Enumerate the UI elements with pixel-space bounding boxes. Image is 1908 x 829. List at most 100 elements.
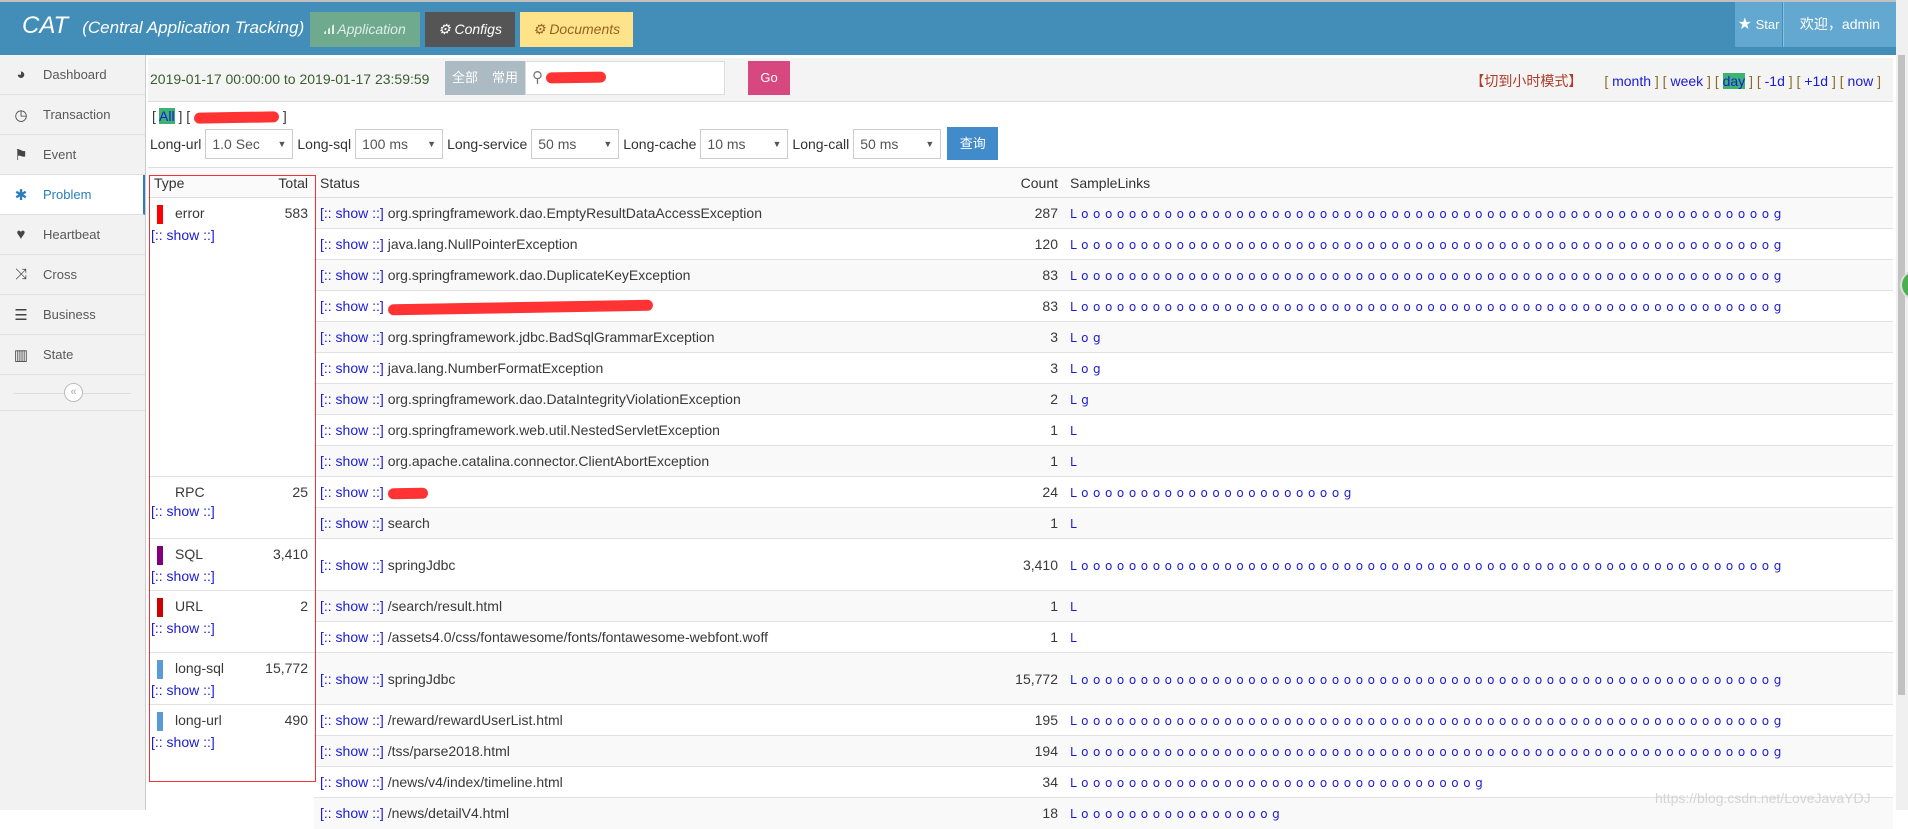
tachometer-icon: ◕ (16, 66, 26, 83)
star-button[interactable]: ★ Star (1735, 2, 1782, 47)
col-type: Type (148, 167, 248, 198)
samplelinks-cell: L (1064, 507, 1893, 539)
long-call-select[interactable]: 50 ms ▼ (853, 128, 942, 159)
filter-all-button[interactable]: 全部 (445, 61, 485, 95)
sample-links[interactable]: Log (1070, 331, 1105, 345)
sample-links[interactable]: Looooooooooooooooooooooooooooooooooooooo… (1070, 269, 1786, 283)
time-nav-+1d[interactable]: +1d (1804, 73, 1828, 89)
sidebar-item-business[interactable]: ☰ Business (0, 295, 145, 335)
samplelinks-cell: Log (1064, 321, 1893, 353)
status-show-link[interactable]: [:: show ::] (320, 329, 384, 345)
status-show-link[interactable]: [:: show ::] (320, 422, 384, 438)
sidebar-item-state[interactable]: ▥ State (0, 335, 145, 375)
select-value: 50 ms (538, 135, 577, 152)
table-row: long-sql [:: show ::] 15,772 [:: show ::] s… (148, 652, 1893, 705)
sidebar-item-cross[interactable]: ⤨ Cross (0, 255, 145, 295)
type-show-link[interactable]: [:: show ::] (151, 503, 242, 519)
status-show-link[interactable]: [:: show ::] (320, 298, 384, 314)
sidebar-item-problem[interactable]: ✱ Problem (0, 175, 145, 215)
configs-button[interactable]: ⚙ Configs (425, 12, 515, 47)
user-menu[interactable]: 欢迎，admin (1783, 2, 1896, 47)
status-show-link[interactable]: [:: show ::] (320, 598, 384, 614)
sample-links[interactable]: L (1070, 424, 1081, 438)
sample-links[interactable]: Looooooooooooooooooooooooooooooooooooooo… (1070, 559, 1786, 573)
sample-links[interactable]: L (1070, 455, 1081, 469)
count-cell: 3,410 (914, 538, 1064, 591)
count-cell: 1 (914, 507, 1064, 539)
status-cell: [:: show ::] springJdbc (314, 538, 914, 591)
sample-links[interactable]: Looooooooooooooooooooooooooooooooooooooo… (1070, 673, 1786, 687)
status-show-link[interactable]: [:: show ::] (320, 671, 384, 687)
go-button[interactable]: Go (748, 61, 790, 95)
time-nav-week[interactable]: week (1670, 73, 1703, 89)
filter-common-button[interactable]: 常用 (485, 61, 525, 95)
sample-links[interactable]: Looooooooooooooooooooooooooooooooooooooo… (1070, 207, 1786, 221)
status-show-link[interactable]: [:: show ::] (320, 360, 384, 376)
brand[interactable]: CAT (Central Application Tracking) (22, 12, 304, 40)
long-cache-select[interactable]: 10 ms ▼ (700, 128, 789, 159)
double-angle-left-icon[interactable]: « (64, 383, 83, 402)
sidebar-collapse[interactable]: « (0, 375, 145, 411)
time-nav--1d[interactable]: -1d (1765, 73, 1785, 89)
brand-subtitle: (Central Application Tracking) (82, 18, 305, 37)
sample-links[interactable]: Loooooooooooooooog (1070, 807, 1284, 821)
type-color-marker (157, 205, 163, 224)
application-button[interactable]: Application (310, 12, 420, 47)
status-show-link[interactable]: [:: show ::] (320, 515, 384, 531)
status-show-link[interactable]: [:: show ::] (320, 805, 384, 821)
time-nav-month[interactable]: month (1612, 73, 1651, 89)
ip-all-link[interactable]: All (159, 108, 175, 124)
sample-links[interactable]: Looooooooooooooooooooooooooooooooooooooo… (1070, 745, 1786, 759)
status-show-link[interactable]: [:: show ::] (320, 453, 384, 469)
sample-links[interactable]: Lg (1070, 393, 1094, 407)
status-show-link[interactable]: [:: show ::] (320, 391, 384, 407)
sample-links[interactable]: L (1070, 631, 1081, 645)
scrollbar-thumb[interactable] (1898, 55, 1905, 695)
type-show-link[interactable]: [:: show ::] (151, 227, 242, 243)
col-status: Status (314, 167, 914, 198)
time-nav-day[interactable]: day (1722, 73, 1746, 89)
sample-links[interactable]: Looooooooooooooooooooooooooooooooooooooo… (1070, 238, 1786, 252)
status-name: /news/detailV4.html (387, 805, 510, 822)
sample-links[interactable]: Log (1070, 362, 1105, 376)
status-show-link[interactable]: [:: show ::] (320, 712, 384, 728)
sidebar-item-dashboard[interactable]: ◕ Dashboard (0, 55, 145, 95)
status-name: org.springframework.dao.EmptyResultDataA… (387, 205, 762, 221)
long-sql-select[interactable]: 100 ms ▼ (355, 128, 444, 159)
sample-links[interactable]: Looooooooooooooooooooooooooooooooog (1070, 776, 1487, 790)
sample-links[interactable]: Looooooooooooooooooooooooooooooooooooooo… (1070, 300, 1786, 314)
sample-links[interactable]: Loooooooooooooooooooooog (1070, 486, 1356, 500)
long-service-select[interactable]: 50 ms ▼ (531, 128, 620, 159)
sample-links[interactable]: L (1070, 517, 1081, 531)
long-url-select[interactable]: 1.0 Sec ▼ (205, 128, 294, 159)
status-name: org.springframework.dao.DataIntegrityVio… (387, 391, 741, 407)
scrollbar[interactable] (1896, 0, 1908, 810)
type-show-link[interactable]: [:: show ::] (151, 568, 242, 584)
status-show-link[interactable]: [:: show ::] (320, 774, 384, 790)
sidebar-item-event[interactable]: ⚑ Event (0, 135, 145, 175)
status-show-link[interactable]: [:: show ::] (320, 236, 384, 252)
sidebar-item-heartbeat[interactable]: ♥ Heartbeat (0, 215, 145, 255)
status-show-link[interactable]: [:: show ::] (320, 743, 384, 759)
sample-links[interactable]: L (1070, 600, 1081, 614)
type-cell: error [:: show ::] (148, 197, 248, 477)
cogs-icon: ⚙ (532, 21, 546, 37)
status-show-link[interactable]: [:: show ::] (320, 267, 384, 283)
status-show-link[interactable]: [:: show ::] (320, 629, 384, 645)
domain-search-input[interactable]: ⚲ (525, 61, 725, 95)
type-show-link[interactable]: [:: show ::] (151, 734, 242, 750)
redacted-ip-link[interactable] (193, 111, 280, 124)
documents-button[interactable]: ⚙ Documents (520, 12, 633, 47)
type-show-link[interactable]: [:: show ::] (151, 682, 242, 698)
status-show-link[interactable]: [:: show ::] (320, 484, 384, 500)
sidebar-item-transaction[interactable]: ◷ Transaction (0, 95, 145, 135)
col-total: Total (248, 167, 314, 198)
samplelinks-cell: Looooooooooooooooooooooooooooooooooooooo… (1064, 290, 1893, 322)
type-show-link[interactable]: [:: show ::] (151, 620, 242, 636)
sample-links[interactable]: Looooooooooooooooooooooooooooooooooooooo… (1070, 714, 1786, 728)
status-show-link[interactable]: [:: show ::] (320, 205, 384, 221)
query-button[interactable]: 查询 (947, 127, 999, 160)
switch-hour-mode-link[interactable]: 【切到小时模式】 (1470, 73, 1582, 89)
time-nav-now[interactable]: now (1848, 73, 1874, 89)
status-show-link[interactable]: [:: show ::] (320, 557, 384, 573)
